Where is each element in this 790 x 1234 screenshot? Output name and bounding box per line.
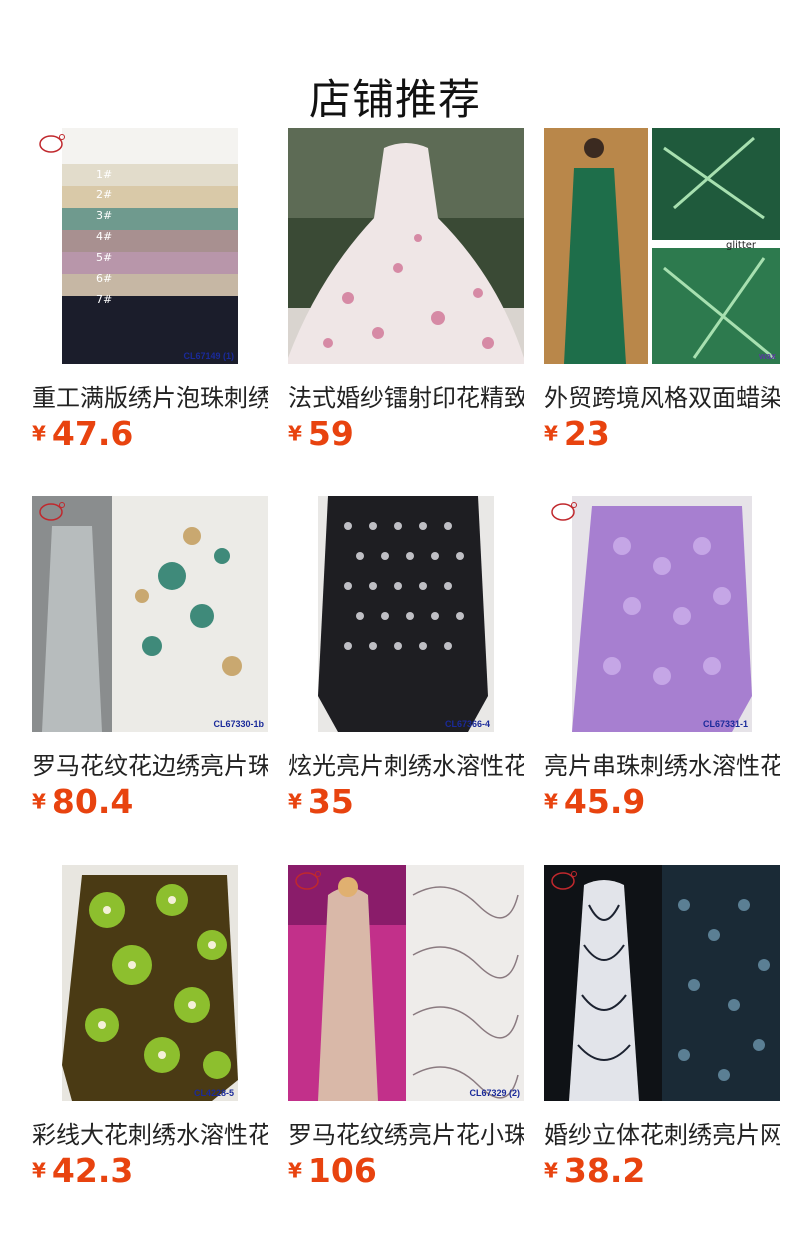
price-value: 47.6 xyxy=(51,414,134,453)
product-code: CL67366-4 xyxy=(444,719,490,729)
currency-symbol: ¥ xyxy=(288,789,302,814)
brand-logo-icon xyxy=(551,502,577,521)
product-price: ¥45.9 xyxy=(544,782,645,821)
product-card[interactable]: CL67366-4 炫光亮片刺绣水溶性花 ¥35 xyxy=(288,496,524,826)
brand-logo-icon xyxy=(39,134,65,153)
product-image[interactable] xyxy=(288,128,524,364)
product-price: ¥35 xyxy=(288,782,354,821)
brand-logo-icon xyxy=(39,502,65,521)
currency-symbol: ¥ xyxy=(544,421,558,446)
product-price: ¥42.3 xyxy=(32,1151,133,1190)
swatch-label: 3# xyxy=(96,209,112,222)
product-name: 婚纱立体花刺绣亮片网 xyxy=(544,1121,780,1149)
currency-symbol: ¥ xyxy=(32,1158,46,1183)
product-image[interactable] xyxy=(544,865,780,1101)
product-image[interactable]: CL67366-4 xyxy=(318,496,494,732)
product-price: ¥59 xyxy=(288,414,354,453)
product-card[interactable]: 1# 2# 3# 4# 5# 6# 7# CL67149 (1) 重工满版绣片泡… xyxy=(32,128,268,458)
currency-symbol: ¥ xyxy=(288,1158,302,1183)
product-image[interactable]: CL4228-5 xyxy=(62,865,238,1101)
product-code: CL67149 (1) xyxy=(183,351,234,361)
swatch-label: 2# xyxy=(96,188,112,201)
product-card[interactable]: CL67329 (2) 罗马花纹绣亮片花小珠 ¥106 xyxy=(288,865,524,1195)
product-image[interactable]: glitter wax xyxy=(544,128,780,364)
product-price: ¥38.2 xyxy=(544,1151,645,1190)
brand-logo-icon xyxy=(551,871,577,890)
brand-logo-icon xyxy=(295,871,321,890)
price-value: 80.4 xyxy=(51,782,134,821)
currency-symbol: ¥ xyxy=(544,1158,558,1183)
swatch-label: 7# xyxy=(96,293,112,306)
glitter-label: glitter xyxy=(726,240,757,251)
price-value: 38.2 xyxy=(563,1151,646,1190)
product-name: 彩线大花刺绣水溶性花 xyxy=(32,1121,268,1149)
product-price: ¥80.4 xyxy=(32,782,133,821)
swatch-label: 6# xyxy=(96,272,112,285)
product-card[interactable]: CL4228-5 彩线大花刺绣水溶性花 ¥42.3 xyxy=(32,865,268,1195)
currency-symbol: ¥ xyxy=(32,421,46,446)
product-card[interactable]: CL67331-1 亮片串珠刺绣水溶性花 ¥45.9 xyxy=(544,496,780,826)
product-card[interactable]: 婚纱立体花刺绣亮片网 ¥38.2 xyxy=(544,865,780,1195)
currency-symbol: ¥ xyxy=(32,789,46,814)
price-value: 42.3 xyxy=(51,1151,134,1190)
swatch-label: 5# xyxy=(96,251,112,264)
swatch-label: 4# xyxy=(96,230,112,243)
product-code: CL67331-1 xyxy=(702,719,748,729)
page-title: 店铺推荐 xyxy=(308,75,481,125)
price-value: 59 xyxy=(307,414,354,453)
product-price: ¥106 xyxy=(288,1151,377,1190)
currency-symbol: ¥ xyxy=(544,789,558,814)
product-image[interactable]: CL67331-1 xyxy=(572,496,752,732)
product-image[interactable]: CL67329 (2) xyxy=(288,865,524,1101)
product-name: 罗马花纹花边绣亮片珠 xyxy=(32,752,268,780)
swatch-label: 1# xyxy=(96,168,112,181)
product-code: CL4228-5 xyxy=(193,1088,234,1098)
price-value: 45.9 xyxy=(563,782,646,821)
product-card[interactable]: CL67330-1b 罗马花纹花边绣亮片珠 ¥80.4 xyxy=(32,496,268,826)
price-value: 106 xyxy=(307,1151,377,1190)
product-name: 法式婚纱镭射印花精致 xyxy=(288,384,524,412)
currency-symbol: ¥ xyxy=(288,421,302,446)
product-name: 外贸跨境风格双面蜡染 xyxy=(544,384,780,412)
product-name: 罗马花纹绣亮片花小珠 xyxy=(288,1121,524,1149)
price-value: 35 xyxy=(307,782,354,821)
product-code: wax xyxy=(758,351,776,361)
price-value: 23 xyxy=(563,414,610,453)
product-image[interactable]: CL67330-1b xyxy=(32,496,268,732)
product-price: ¥23 xyxy=(544,414,610,453)
product-name: 亮片串珠刺绣水溶性花 xyxy=(544,752,780,780)
product-image[interactable]: 1# 2# 3# 4# 5# 6# 7# CL67149 (1) xyxy=(62,128,238,364)
product-code: CL67330-1b xyxy=(213,719,264,729)
product-card[interactable]: 法式婚纱镭射印花精致 ¥59 xyxy=(288,128,524,458)
product-name: 重工满版绣片泡珠刺绣 xyxy=(32,384,268,412)
product-code: CL67329 (2) xyxy=(469,1088,520,1098)
product-price: ¥47.6 xyxy=(32,414,133,453)
product-name: 炫光亮片刺绣水溶性花 xyxy=(288,752,524,780)
product-card[interactable]: glitter wax 外贸跨境风格双面蜡染 ¥23 xyxy=(544,128,780,458)
